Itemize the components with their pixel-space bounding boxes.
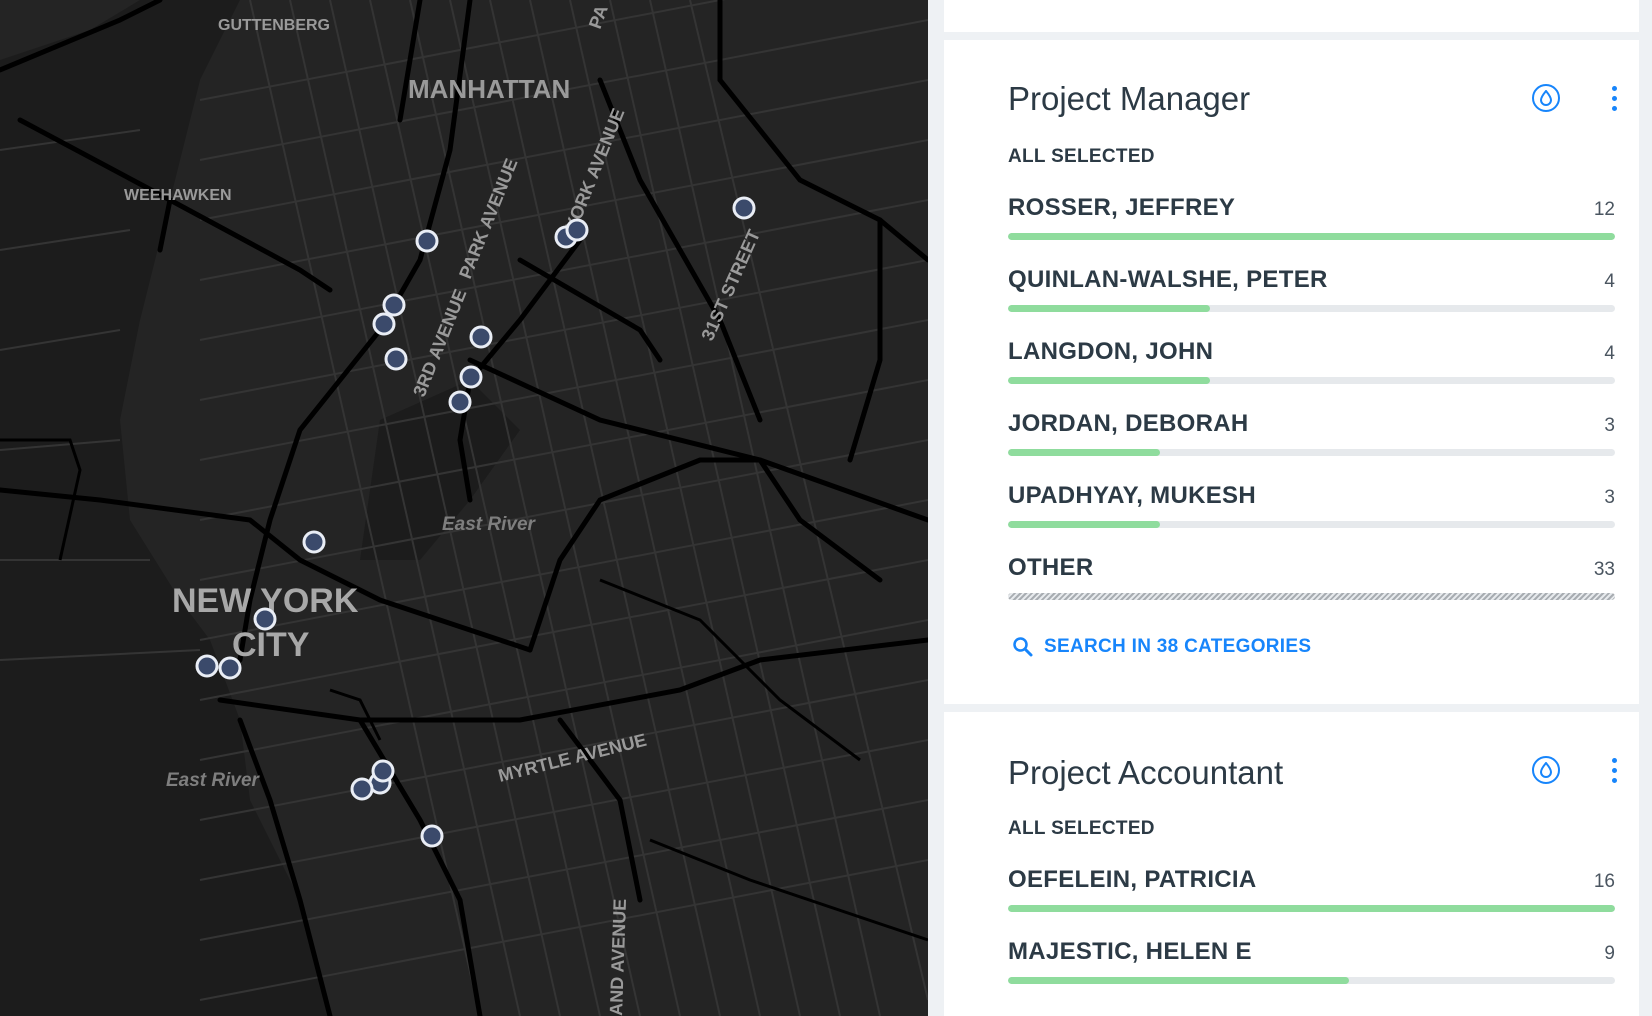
map-marker[interactable] xyxy=(382,293,406,317)
category-bar xyxy=(1008,905,1615,912)
map-marker[interactable] xyxy=(459,365,483,389)
category-row[interactable]: OEFELEIN, PATRICIA 16 xyxy=(1008,866,1615,926)
category-bar xyxy=(1008,449,1615,456)
category-name: OEFELEIN, PATRICIA xyxy=(1008,866,1257,893)
map-marker[interactable] xyxy=(565,218,589,242)
category-row[interactable]: ROSSER, JEFFREY 12 xyxy=(1008,194,1615,254)
selection-status: ALL SELECTED xyxy=(1008,146,1155,167)
selection-status: ALL SELECTED xyxy=(1008,818,1155,839)
category-bar xyxy=(1008,977,1615,984)
map-label-east-river-south: East River xyxy=(166,770,261,791)
map-marker[interactable] xyxy=(195,654,219,678)
category-bar-fill xyxy=(1008,233,1615,240)
map-label-east-river: East River xyxy=(442,514,537,535)
map-marker[interactable] xyxy=(448,390,472,414)
category-count: 33 xyxy=(1593,559,1615,580)
map-marker[interactable] xyxy=(218,656,242,680)
category-bar-fill xyxy=(1008,377,1211,384)
category-name: ROSSER, JEFFREY xyxy=(1008,194,1236,221)
category-count: 16 xyxy=(1593,871,1615,892)
map-marker[interactable] xyxy=(253,607,277,631)
category-count: 4 xyxy=(1604,271,1615,292)
category-row[interactable]: UPADHYAY, MUKESH 3 xyxy=(1008,482,1615,542)
category-bar xyxy=(1008,233,1615,240)
category-name: MAJESTIC, HELEN E xyxy=(1008,938,1252,965)
map[interactable]: GUTTENBERG MANHATTAN WEEHAWKEN PARK AVEN… xyxy=(0,0,928,1016)
category-bar-fill xyxy=(1008,449,1160,456)
category-row[interactable]: LANGDON, JOHN 4 xyxy=(1008,338,1615,398)
category-row-other[interactable]: OTHER 33 xyxy=(1008,554,1615,614)
category-row[interactable]: QUINLAN-WALSHE, PETER 4 xyxy=(1008,266,1615,326)
map-label-pa-partial: PA xyxy=(585,2,612,31)
category-name: JORDAN, DEBORAH xyxy=(1008,410,1249,437)
map-label-and-avenue: AND AVENUE xyxy=(606,898,630,1016)
category-bar-fill xyxy=(1008,905,1615,912)
category-bar-fill xyxy=(1008,521,1160,528)
map-marker[interactable] xyxy=(420,824,444,848)
map-marker[interactable] xyxy=(469,325,493,349)
category-bar-fill xyxy=(1008,305,1211,312)
map-label-31st-street: 31ST STREET xyxy=(697,227,764,344)
category-bar xyxy=(1008,377,1615,384)
map-marker[interactable] xyxy=(302,530,326,554)
category-row[interactable]: JORDAN, DEBORAH 3 xyxy=(1008,410,1615,470)
color-drop-icon[interactable] xyxy=(1532,756,1560,784)
category-name: UPADHYAY, MUKESH xyxy=(1008,482,1256,509)
map-label-park-avenue: PARK AVENUE xyxy=(455,156,521,282)
map-canvas[interactable]: GUTTENBERG MANHATTAN WEEHAWKEN PARK AVEN… xyxy=(0,0,928,1016)
map-marker[interactable] xyxy=(732,196,756,220)
category-name: LANGDON, JOHN xyxy=(1008,338,1214,365)
category-count: 12 xyxy=(1593,199,1615,220)
color-drop-icon[interactable] xyxy=(1532,84,1560,112)
category-bar-fill xyxy=(1008,977,1350,984)
category-count: 3 xyxy=(1604,487,1615,508)
map-marker[interactable] xyxy=(371,759,395,783)
widget-card-top xyxy=(944,0,1639,32)
category-count: 4 xyxy=(1604,343,1615,364)
map-marker[interactable] xyxy=(384,347,408,371)
category-bar xyxy=(1008,305,1615,312)
category-name: QUINLAN-WALSHE, PETER xyxy=(1008,266,1328,293)
category-count: 3 xyxy=(1604,415,1615,436)
widget-title: Project Manager xyxy=(1008,80,1251,117)
search-icon xyxy=(1013,637,1033,657)
category-bar-other xyxy=(1008,593,1615,600)
category-name: OTHER xyxy=(1008,554,1094,581)
map-marker[interactable] xyxy=(415,229,439,253)
map-marker[interactable] xyxy=(350,777,374,801)
map-label-guttenberg: GUTTENBERG xyxy=(218,17,330,34)
map-label-nyc-line2: CITY xyxy=(232,626,310,664)
widgets-panel: Project Manager ALL SELECTED ROSSER, JEF… xyxy=(928,0,1652,1016)
category-count: 9 xyxy=(1604,943,1615,964)
widget-title: Project Accountant xyxy=(1008,754,1284,791)
map-label-weehawken: WEEHAWKEN xyxy=(124,187,232,204)
widget-project-manager: Project Manager ALL SELECTED ROSSER, JEF… xyxy=(944,40,1639,704)
more-vert-icon[interactable] xyxy=(1609,86,1619,116)
search-categories-label: SEARCH IN 38 CATEGORIES xyxy=(1044,636,1312,657)
widget-project-accountant: Project Accountant ALL SELECTED OEFELEIN… xyxy=(944,712,1639,1016)
map-label-manhattan: MANHATTAN xyxy=(408,74,570,104)
category-row[interactable]: MAJESTIC, HELEN E 9 xyxy=(1008,938,1615,998)
map-marker[interactable] xyxy=(372,312,396,336)
category-bar xyxy=(1008,521,1615,528)
more-vert-icon[interactable] xyxy=(1609,758,1619,788)
